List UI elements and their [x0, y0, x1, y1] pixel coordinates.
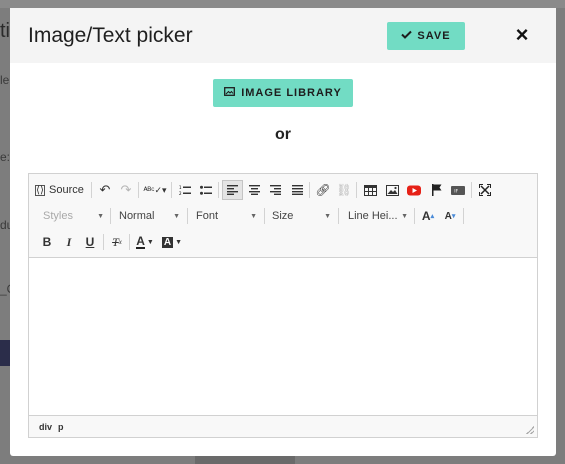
backdrop-text: ti — [0, 20, 10, 42]
size-dropdown-label: Size — [272, 210, 294, 222]
backdrop-strip — [0, 0, 565, 8]
toolbar-separator — [171, 182, 172, 198]
chevron-down-icon: ▼ — [324, 212, 331, 220]
toolbar-separator — [103, 234, 104, 250]
save-button[interactable]: SAVE — [387, 22, 465, 50]
toolbar-separator — [110, 208, 111, 224]
toolbar-separator — [264, 208, 265, 224]
svg-text:1: 1 — [179, 185, 182, 190]
editor-toolbar: ⟨⟩ Source ↶ ↷ ᴬᴮᶜ✓▾ 12 🔗︎ ⛓︎ IF Styles ▼… — [29, 174, 537, 258]
toolbar-separator — [338, 208, 339, 224]
remove-format-icon[interactable]: Tx — [107, 232, 127, 252]
size-dropdown[interactable]: Size ▼ — [270, 206, 333, 226]
bold-icon[interactable]: B — [37, 232, 57, 252]
check-icon — [401, 30, 413, 42]
resize-handle-icon[interactable] — [526, 426, 534, 434]
source-label: Source — [49, 184, 84, 196]
svg-text:2: 2 — [179, 191, 182, 196]
image-library-button[interactable]: IMAGE LIBRARY — [213, 79, 353, 107]
italic-icon[interactable]: I — [59, 232, 79, 252]
toolbar-separator — [138, 182, 139, 198]
increase-font-icon[interactable]: A ▴ — [418, 206, 438, 226]
source-button[interactable]: ⟨⟩ Source — [35, 180, 87, 200]
element-path-item[interactable]: p — [58, 422, 64, 432]
chevron-down-icon: ▼ — [401, 212, 408, 220]
spellcheck-icon[interactable]: ᴬᴮᶜ✓▾ — [142, 180, 168, 200]
toolbar-separator — [187, 208, 188, 224]
styles-dropdown-label: Styles — [43, 210, 73, 222]
image-icon — [224, 87, 236, 99]
numbered-list-icon[interactable]: 12 — [175, 180, 195, 200]
unlink-icon[interactable]: ⛓︎ — [334, 180, 354, 200]
svg-text:IF: IF — [454, 188, 458, 194]
rich-text-editor: ⟨⟩ Source ↶ ↷ ᴬᴮᶜ✓▾ 12 🔗︎ ⛓︎ IF Styles ▼… — [28, 173, 538, 438]
chevron-down-icon: ▼ — [250, 212, 257, 220]
toolbar-separator — [471, 182, 472, 198]
styles-dropdown[interactable]: Styles ▼ — [41, 206, 106, 226]
align-left-icon[interactable] — [222, 180, 243, 200]
backdrop-text: le — [0, 73, 10, 87]
image-text-picker-modal: Image/Text picker SAVE × IMAGE LIBRARY o… — [10, 8, 556, 456]
undo-icon[interactable]: ↶ — [95, 180, 115, 200]
element-path-item[interactable]: div — [39, 422, 52, 432]
editor-content-area[interactable] — [29, 259, 537, 415]
format-dropdown-label: Normal — [119, 210, 155, 222]
toolbar-separator — [414, 208, 415, 224]
backdrop-block — [195, 456, 295, 464]
line-height-dropdown[interactable]: Line Hei... ▼ — [346, 206, 410, 226]
font-dropdown[interactable]: Font ▼ — [194, 206, 259, 226]
toolbar-separator — [129, 234, 130, 250]
text-color-icon[interactable]: A ▼ — [133, 232, 157, 252]
backdrop-block — [0, 340, 10, 366]
image-icon[interactable] — [382, 180, 402, 200]
maximize-icon[interactable] — [475, 180, 495, 200]
redo-icon[interactable]: ↷ — [116, 180, 136, 200]
background-color-icon[interactable]: A ▼ — [160, 232, 184, 252]
close-button[interactable]: × — [512, 23, 532, 47]
toolbar-separator — [356, 182, 357, 198]
or-separator: or — [275, 126, 291, 143]
decrease-font-icon[interactable]: A ▾ — [440, 206, 460, 226]
editor-statusbar: div p — [29, 415, 537, 437]
justify-icon[interactable] — [287, 180, 307, 200]
chevron-down-icon: ▼ — [97, 212, 104, 220]
table-icon[interactable] — [360, 180, 380, 200]
link-icon[interactable]: 🔗︎ — [313, 180, 333, 200]
toolbar-separator — [309, 182, 310, 198]
underline-icon[interactable]: U — [80, 232, 100, 252]
save-button-label: SAVE — [417, 30, 451, 42]
modal-header: Image/Text picker SAVE × — [10, 8, 556, 63]
chevron-down-icon: ▼ — [173, 212, 180, 220]
flag-icon[interactable] — [426, 180, 446, 200]
iframe-icon[interactable]: IF — [448, 180, 468, 200]
format-dropdown[interactable]: Normal ▼ — [117, 206, 182, 226]
font-dropdown-label: Font — [196, 210, 219, 222]
toolbar-separator — [218, 182, 219, 198]
toolbar-separator — [463, 208, 464, 224]
youtube-icon[interactable] — [404, 180, 424, 200]
bullet-list-icon[interactable] — [196, 180, 216, 200]
modal-title: Image/Text picker — [28, 24, 193, 47]
source-icon: ⟨⟩ — [35, 184, 45, 196]
align-center-icon[interactable] — [244, 180, 264, 200]
align-right-icon[interactable] — [265, 180, 285, 200]
image-library-label: IMAGE LIBRARY — [241, 87, 342, 99]
line-height-dropdown-label: Line Hei... — [348, 210, 398, 222]
toolbar-separator — [91, 182, 92, 198]
backdrop-text: e: — [0, 150, 11, 164]
